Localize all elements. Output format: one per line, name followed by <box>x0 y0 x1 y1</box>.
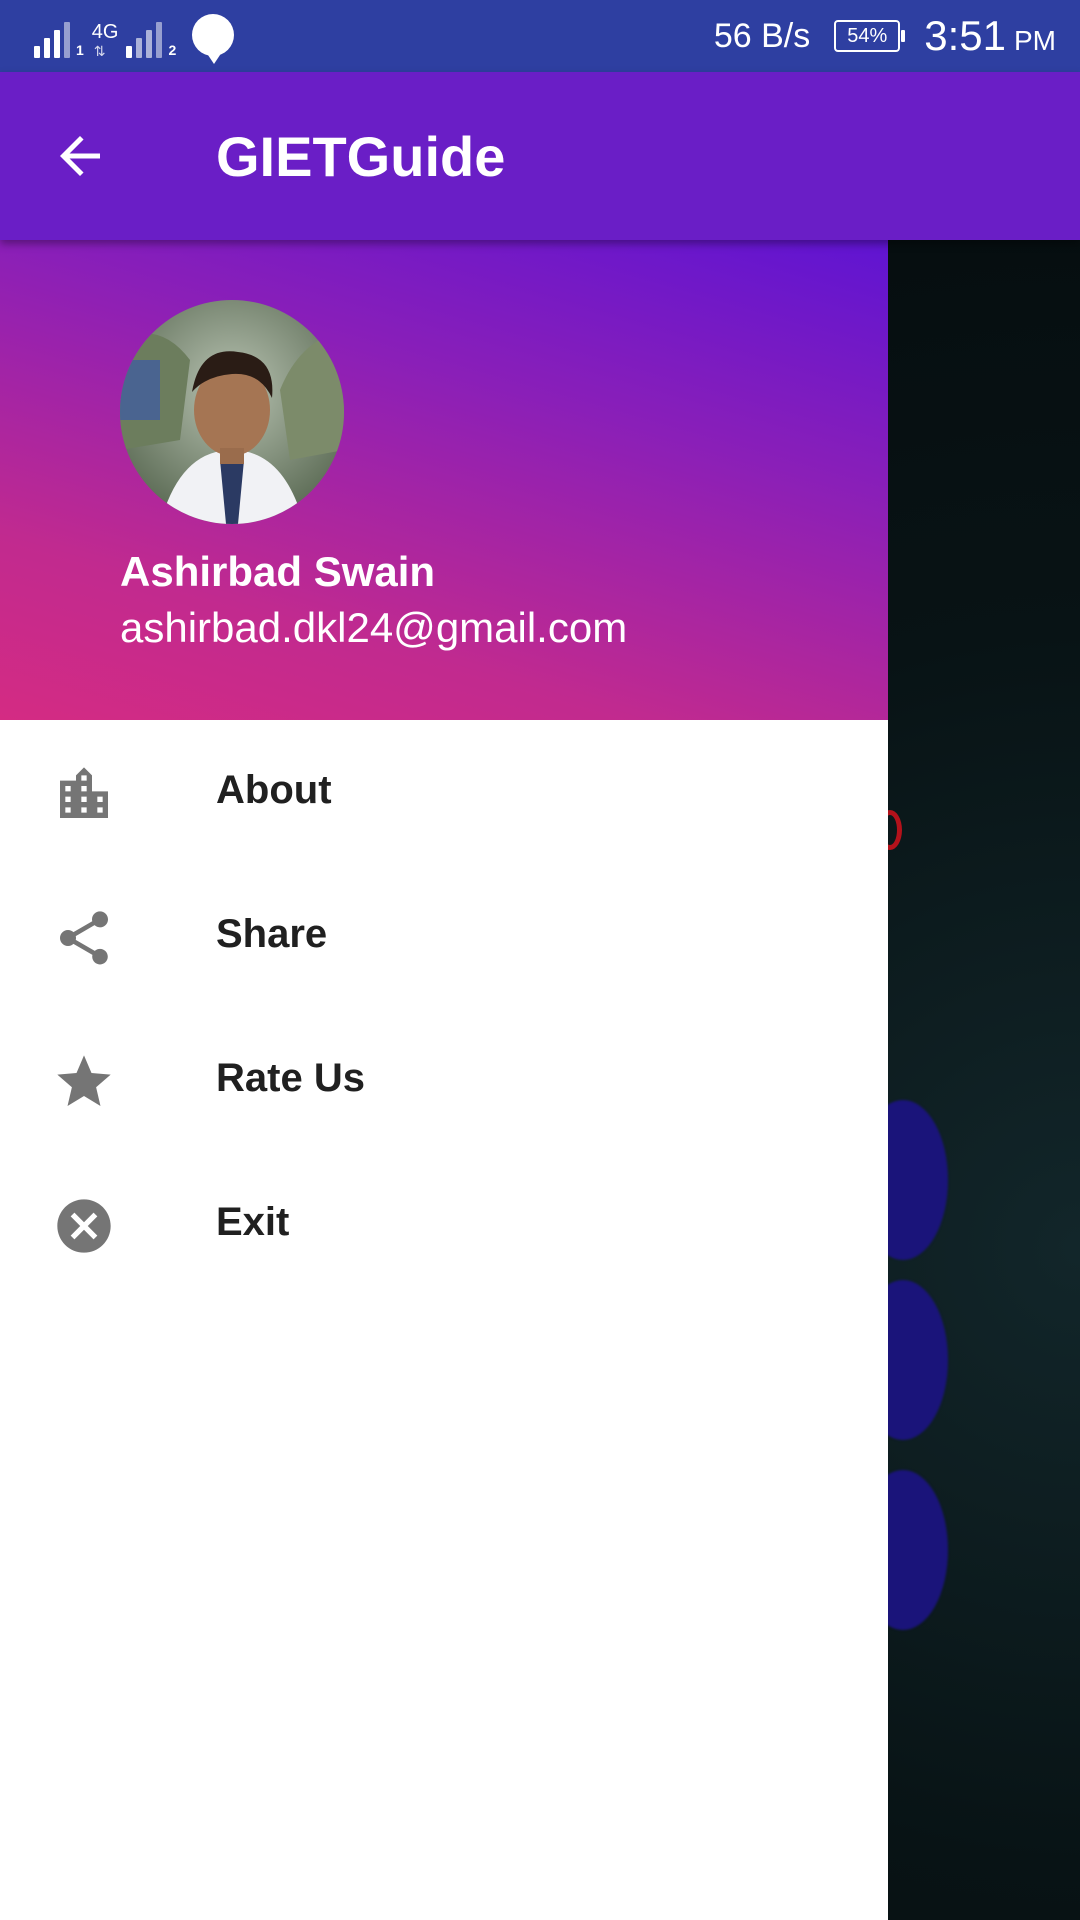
menu-item-about[interactable]: About <box>0 720 888 864</box>
menu-item-rate-us[interactable]: Rate Us <box>0 1008 888 1152</box>
star-icon <box>52 1050 116 1114</box>
navigation-drawer: Ashirbad Swain ashirbad.dkl24@gmail.com … <box>0 240 888 1920</box>
menu-item-label: Rate Us <box>216 1056 365 1100</box>
sim2-label: 2 <box>168 42 177 58</box>
menu-item-label: About <box>216 768 332 812</box>
cancel-icon <box>52 1194 116 1258</box>
status-bar: 1 4G ⇅ 2 56 B/s 54% 3:51 PM <box>0 0 1080 72</box>
menu-item-exit[interactable]: Exit <box>0 1152 888 1296</box>
background-content <box>888 240 1080 1920</box>
status-right: 56 B/s 54% 3:51 PM <box>714 0 1056 72</box>
clock-ampm: PM <box>1014 25 1056 56</box>
menu-item-share[interactable]: Share <box>0 864 888 1008</box>
network-type: 4G ⇅ <box>91 21 119 59</box>
battery-icon: 54% <box>834 20 906 52</box>
sim1-label: 1 <box>76 42 84 58</box>
app-bar: GIETGuide <box>0 72 1080 240</box>
user-email: ashirbad.dkl24@gmail.com <box>120 604 628 651</box>
menu-item-label: Share <box>216 912 328 956</box>
clock: 3:51 PM <box>924 12 1056 60</box>
app-title: GIETGuide <box>216 125 506 188</box>
background-shape <box>888 1280 948 1440</box>
background-shape <box>888 1470 948 1630</box>
menu-item-label: Exit <box>216 1200 290 1244</box>
network-speed: 56 B/s <box>713 16 811 55</box>
arrow-back-icon[interactable] <box>50 126 110 186</box>
building-icon <box>52 762 116 826</box>
drawer-header: Ashirbad Swain ashirbad.dkl24@gmail.com <box>0 240 888 720</box>
background-red-mark <box>888 810 902 850</box>
battery-level: 54% <box>847 24 888 47</box>
background-shape <box>888 1100 948 1260</box>
user-name: Ashirbad Swain <box>120 548 436 595</box>
network-type-label: 4G <box>91 21 119 43</box>
share-icon <box>52 906 116 970</box>
signal-icon-sim2: 2 <box>126 18 176 58</box>
avatar[interactable] <box>120 300 344 524</box>
chat-notification-icon <box>192 14 235 64</box>
clock-time: 3:51 <box>924 12 1006 59</box>
drawer-menu: About Share Rate Us Exit <box>0 720 888 1296</box>
data-arrows-icon: ⇅ <box>93 43 106 59</box>
status-left: 1 4G ⇅ 2 <box>34 14 235 64</box>
signal-icon: 1 <box>34 18 84 58</box>
